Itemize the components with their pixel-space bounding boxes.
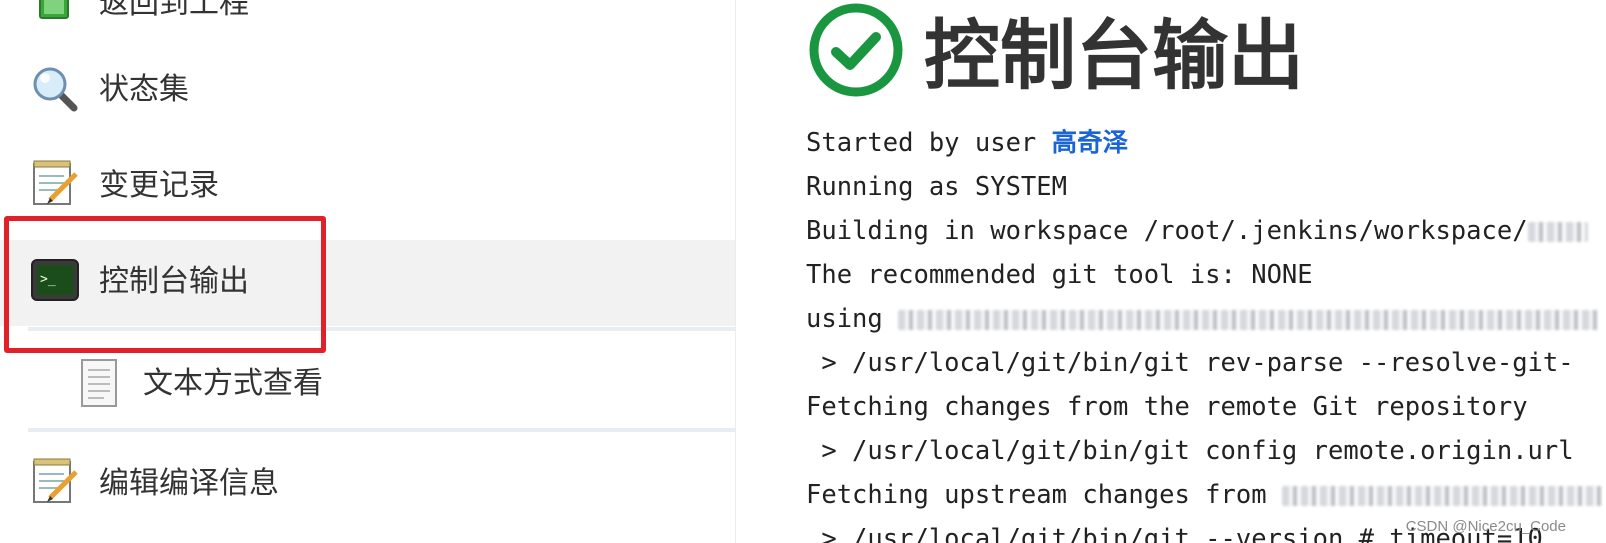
highlight-annotation-box [4, 216, 326, 353]
sidebar-item-view-as-text[interactable]: 文本方式查看 [0, 350, 735, 422]
console-line: The recommended git tool is: NONE [806, 260, 1313, 290]
redacted-text [898, 310, 1599, 330]
console-line: using [806, 297, 1606, 341]
console-line: Building in workspace /root/.jenkins/wor… [806, 209, 1606, 253]
redacted-text [1527, 222, 1588, 242]
sidebar-item-label: 返回到工程 [99, 0, 249, 21]
sidebar-item-edit-build-info[interactable]: 编辑编译信息 [0, 446, 735, 518]
sidebar-item-status[interactable]: 状态集 [0, 54, 735, 126]
sidebar-item-label: 状态集 [99, 72, 189, 107]
console-text: Started by user [806, 128, 1052, 158]
watermark: CSDN @Nice2cu_Code [1405, 518, 1566, 535]
console-line: > /usr/local/git/bin/git config remote.o… [806, 436, 1574, 466]
success-check-icon [808, 2, 904, 98]
console-line: Started by user 高奇泽 [806, 121, 1606, 165]
console-text: using [806, 304, 899, 334]
sidebar-item-changes[interactable]: 变更记录 [0, 150, 735, 222]
console-output: Started by user 高奇泽 Running as SYSTEM Bu… [806, 121, 1606, 543]
sidebar-item-label: 文本方式查看 [143, 366, 323, 401]
console-text: Fetching upstream changes from [806, 480, 1282, 510]
sidebar: 返回到工程 状态集 变更记录 >_ 控制台输出 文本方式查看 编辑编译信息 [0, 0, 735, 543]
page-title: 控制台输出 [924, 11, 1304, 100]
console-line: > /usr/local/git/bin/git rev-parse --res… [806, 348, 1574, 378]
main-content: 控制台输出 Started by user 高奇泽 Running as SYS… [736, 0, 1606, 543]
sidebar-item-back-to-project[interactable]: 返回到工程 [0, 0, 735, 36]
magnifier-icon [30, 64, 80, 114]
console-line: Fetching changes from the remote Git rep… [806, 392, 1528, 422]
console-line: Fetching upstream changes from [806, 473, 1606, 517]
notepad-icon [30, 456, 80, 506]
back-to-project-icon [30, 0, 80, 28]
sidebar-item-label: 编辑编译信息 [99, 466, 279, 501]
document-icon [78, 358, 128, 408]
redacted-text [1281, 486, 1602, 506]
console-text: Building in workspace /root/.jenkins/wor… [806, 216, 1528, 246]
sidebar-item-label: 变更记录 [99, 168, 219, 203]
notepad-icon [30, 158, 80, 208]
user-link[interactable]: 高奇泽 [1052, 128, 1129, 158]
console-line: Running as SYSTEM [806, 172, 1067, 202]
separator [28, 428, 735, 432]
